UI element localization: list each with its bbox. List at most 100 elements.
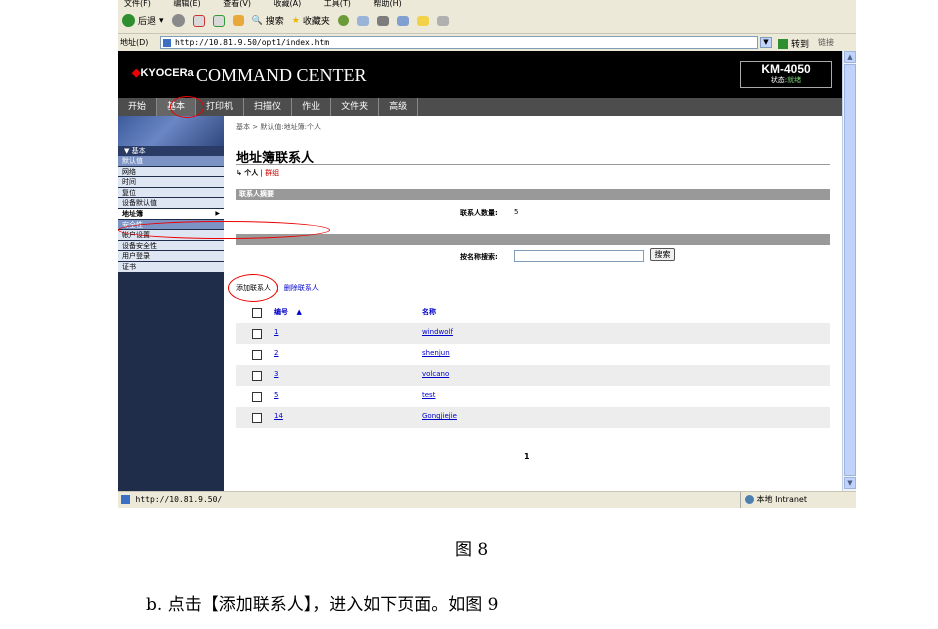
contact-number-link[interactable]: 1 xyxy=(274,328,278,336)
contact-count-label: 联系人数量: xyxy=(460,209,498,217)
refresh-icon[interactable] xyxy=(212,14,225,27)
page-number[interactable]: 1 xyxy=(524,452,530,461)
highlight-basic-tab xyxy=(170,96,204,118)
scroll-up-icon[interactable]: ▲ xyxy=(844,51,856,63)
web-page: ◆KYOCERa COMMAND CENTER KM-4050 状态:就绪 开始… xyxy=(118,51,842,491)
search-button[interactable]: 🔍 搜索 xyxy=(251,14,284,28)
status-page-icon xyxy=(121,495,130,504)
search-submit-button[interactable]: 搜索 xyxy=(650,248,675,261)
stop-icon[interactable] xyxy=(192,14,205,27)
menu-view[interactable]: 查看(V) xyxy=(223,0,251,8)
tab-separator: | xyxy=(260,169,263,177)
sidebar-item[interactable]: 网络 xyxy=(118,166,224,178)
sidebar-item[interactable]: 默认值 xyxy=(118,156,224,167)
contact-number-link[interactable]: 14 xyxy=(274,412,283,420)
contact-number-link[interactable]: 5 xyxy=(274,391,278,399)
row-checkbox[interactable] xyxy=(252,392,262,402)
table-row: 5 test xyxy=(236,386,830,407)
back-arrow-icon xyxy=(122,14,135,27)
contact-name-link[interactable]: volcano xyxy=(422,370,449,378)
home-icon[interactable] xyxy=(232,15,244,26)
mail-icon[interactable] xyxy=(356,15,369,26)
folder-icon[interactable] xyxy=(416,15,429,26)
contact-name-link[interactable]: Gongjiejie xyxy=(422,412,457,420)
tab-advanced[interactable]: 高级 xyxy=(379,98,419,116)
sidebar-item[interactable]: 设备安全性 xyxy=(118,240,224,252)
title-divider xyxy=(236,164,830,165)
tab-group[interactable]: 群组 xyxy=(265,169,279,177)
device-status: 状态:就绪 xyxy=(770,76,802,84)
column-name[interactable]: 名称 xyxy=(422,307,436,317)
back-button[interactable]: 后退 ▾ xyxy=(122,14,164,27)
menu-tools[interactable]: 工具(T) xyxy=(324,0,351,8)
scroll-down-icon[interactable]: ▼ xyxy=(844,477,856,489)
vertical-scrollbar[interactable]: ▲ ▼ xyxy=(842,51,856,491)
sidebar-item[interactable]: 证书 xyxy=(118,261,224,273)
sidebar-banner xyxy=(118,116,224,146)
delete-contact-link[interactable]: 删除联系人 xyxy=(284,284,319,292)
highlight-addressbook-menu xyxy=(118,221,330,239)
go-button[interactable]: 转到 xyxy=(778,37,809,50)
scroll-thumb[interactable] xyxy=(844,64,856,476)
menu-help[interactable]: 帮助(H) xyxy=(373,0,401,8)
messenger-icon[interactable] xyxy=(436,15,449,26)
page-icon xyxy=(163,39,171,47)
kyocera-logo: ◆KYOCERa xyxy=(132,67,194,79)
model-name: KM-4050 xyxy=(761,62,811,76)
favorites-button[interactable]: ★ 收藏夹 xyxy=(291,14,330,28)
history-icon[interactable] xyxy=(337,15,349,26)
tab-scanner[interactable]: 扫描仪 xyxy=(244,98,293,116)
contact-number-link[interactable]: 3 xyxy=(274,370,278,378)
menu-bar: 文件(F) 编辑(E) 查看(V) 收藏(A) 工具(T) 帮助(H) xyxy=(118,0,856,8)
menu-file[interactable]: 文件(F) xyxy=(124,0,151,8)
contact-number-link[interactable]: 2 xyxy=(274,349,278,357)
row-checkbox[interactable] xyxy=(252,350,262,360)
contact-name-link[interactable]: test xyxy=(422,391,435,399)
tab-job[interactable]: 作业 xyxy=(292,98,332,116)
highlight-add-contact xyxy=(228,274,278,302)
row-checkbox[interactable] xyxy=(252,371,262,381)
address-dropdown-icon[interactable]: ▼ xyxy=(760,37,772,48)
row-checkbox[interactable] xyxy=(252,329,262,339)
summary-header: 联系人摘要 xyxy=(236,189,830,200)
sidebar-item[interactable]: 用户登录 xyxy=(118,251,224,262)
links-button[interactable]: 链接 xyxy=(818,37,834,48)
tab-personal[interactable]: ↳ 个人 xyxy=(236,169,258,177)
search-icon: 🔍 xyxy=(251,15,263,26)
tab-start[interactable]: 开始 xyxy=(118,98,158,116)
tab-folder[interactable]: 文件夹 xyxy=(331,98,380,116)
figure-caption: 图 8 xyxy=(455,540,489,560)
print-icon[interactable] xyxy=(376,15,389,26)
select-all-checkbox[interactable] xyxy=(252,308,262,318)
forward-arrow-icon[interactable] xyxy=(171,14,185,27)
table-header: 编号 ▲ 名称 xyxy=(236,302,830,323)
sidebar-title[interactable]: ▼ 基本 xyxy=(118,146,224,156)
sidebar-item[interactable]: 复位 xyxy=(118,187,224,199)
column-number[interactable]: 编号 ▲ xyxy=(274,307,302,317)
menu-favorites[interactable]: 收藏(A) xyxy=(274,0,302,8)
table-row: 2 shenjun xyxy=(236,344,830,365)
main-content: 基本 > 默认值:地址簿:个人 地址簿联系人 ↳ 个人 | 群组 联系人摘要 联… xyxy=(224,116,842,491)
status-bar: http://10.81.9.50/ 本地 Intranet xyxy=(118,491,856,508)
table-row: 14 Gongjiejie xyxy=(236,407,830,428)
menu-edit[interactable]: 编辑(E) xyxy=(173,0,200,8)
row-checkbox[interactable] xyxy=(252,413,262,423)
sidebar-item[interactable]: 设备默认值 xyxy=(118,198,224,209)
app-title: COMMAND CENTER xyxy=(196,65,367,85)
contact-name-link[interactable]: windwolf xyxy=(422,328,453,336)
address-bar: 地址(D) http://10.81.9.50/opt1/index.htm ▼… xyxy=(118,34,856,51)
contact-table: 编号 ▲ 名称 1 windwolf 2 shenjun 3 volcano 5 test 14… xyxy=(236,302,830,428)
address-input[interactable]: http://10.81.9.50/opt1/index.htm xyxy=(160,36,758,49)
browser-window: 文件(F) 编辑(E) 查看(V) 收藏(A) 工具(T) 帮助(H) 后退 ▾… xyxy=(118,0,856,508)
star-icon: ★ xyxy=(291,15,300,26)
sidebar-item[interactable]: 时间 xyxy=(118,177,224,188)
contact-name-link[interactable]: shenjun xyxy=(422,349,450,357)
search-input[interactable] xyxy=(514,250,644,262)
sidebar-item[interactable]: 地址簿 xyxy=(118,208,224,220)
table-row: 3 volcano xyxy=(236,365,830,386)
search-label: 按名称搜索: xyxy=(460,253,498,261)
contact-type-tabs: ↳ 个人 | 群组 xyxy=(236,168,279,178)
status-url: http://10.81.9.50/ xyxy=(135,495,223,504)
search-header xyxy=(236,234,830,245)
edit-icon[interactable] xyxy=(396,15,409,26)
